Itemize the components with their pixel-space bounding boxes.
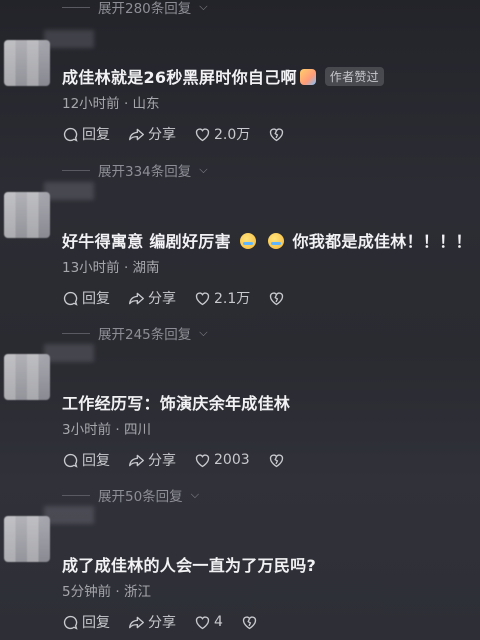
comment-meta: 13小时前 · 湖南 [62, 260, 160, 276]
broken-heart-icon [242, 615, 257, 629]
share-button[interactable]: 分享 [128, 288, 176, 308]
expand-replies-label: 展开280条回复 [98, 1, 192, 17]
share-icon [129, 128, 144, 140]
share-icon [129, 454, 144, 466]
like-button[interactable]: 2003 [194, 452, 250, 469]
share-button[interactable]: 分享 [128, 450, 176, 470]
comment-actions: 回复 分享 2.0万 [62, 124, 303, 144]
expand-replies-label: 展开334条回复 [98, 164, 192, 180]
reply-button[interactable]: 回复 [62, 288, 110, 308]
comment-actions: 回复 分享 2003 [62, 450, 303, 470]
divider-line [62, 6, 90, 8]
avatar[interactable] [4, 516, 50, 562]
heart-icon [195, 453, 210, 467]
chevron-down-icon: ⌵ [199, 0, 208, 13]
chevron-down-icon: ⌵ [190, 488, 200, 501]
chevron-down-icon: ⌵ [199, 163, 208, 176]
expand-replies-2[interactable]: 展开245条回复 ⌵ [62, 324, 208, 343]
chevron-down-icon: ⌵ [199, 326, 208, 339]
comment-text: 成了成佳林的人会一直为了万民吗? [62, 556, 317, 575]
heart-icon [195, 615, 210, 629]
avatar[interactable] [4, 354, 50, 400]
dislike-button[interactable] [268, 126, 285, 143]
like-button[interactable]: 2.1万 [194, 288, 250, 308]
like-button[interactable]: 2.0万 [194, 124, 250, 144]
reply-icon [63, 291, 78, 306]
dislike-button[interactable] [241, 614, 258, 631]
heart-icon [195, 291, 210, 305]
reply-icon [63, 453, 78, 468]
divider-line [62, 169, 90, 171]
share-icon [129, 616, 144, 628]
heart-icon [195, 127, 210, 141]
divider-line [62, 332, 90, 334]
crying-emoji-icon [267, 233, 284, 249]
hug-emoji-icon [299, 69, 316, 85]
like-button[interactable]: 4 [194, 614, 223, 631]
reply-icon [63, 615, 78, 630]
share-icon [129, 292, 144, 304]
expand-replies-1[interactable]: 展开334条回复 ⌵ [62, 161, 208, 180]
expand-replies-3[interactable]: 展开50条回复 ⌵ [62, 486, 200, 505]
reply-button[interactable]: 回复 [62, 124, 110, 144]
reply-button[interactable]: 回复 [62, 450, 110, 470]
expand-replies-label: 展开50条回复 [98, 489, 183, 505]
expand-replies-label: 展开245条回复 [98, 327, 192, 343]
comment-actions: 回复 分享 2.1万 [62, 288, 303, 308]
divider-line [62, 494, 90, 496]
comment-text: 工作经历写：饰演庆余年成佳林 [62, 394, 291, 413]
dislike-button[interactable] [268, 290, 285, 307]
crying-emoji-icon [239, 233, 256, 249]
comment-text: 好牛得寓意 编剧好厉害 你我都是成佳林！！！！ [62, 232, 472, 251]
comment-text: 成佳林就是26秒黑屏时你自己啊 作者赞过 [62, 64, 470, 88]
share-button[interactable]: 分享 [128, 612, 176, 632]
author-liked-badge: 作者赞过 [324, 67, 384, 86]
dislike-button[interactable] [268, 452, 285, 469]
reply-icon [63, 127, 78, 142]
avatar[interactable] [4, 40, 50, 86]
reply-button[interactable]: 回复 [62, 612, 110, 632]
share-button[interactable]: 分享 [128, 124, 176, 144]
comment-actions: 回复 分享 4 [62, 612, 276, 632]
expand-replies-0[interactable]: 展开280条回复 ⌵ [62, 0, 208, 17]
comment-meta: 3小时前 · 四川 [62, 422, 151, 438]
broken-heart-icon [270, 291, 284, 305]
broken-heart-icon [269, 453, 283, 467]
comment-meta: 5分钟前 · 浙江 [62, 584, 151, 600]
comment-meta: 12小时前 · 山东 [62, 96, 160, 112]
broken-heart-icon [270, 127, 284, 141]
avatar[interactable] [4, 192, 50, 238]
